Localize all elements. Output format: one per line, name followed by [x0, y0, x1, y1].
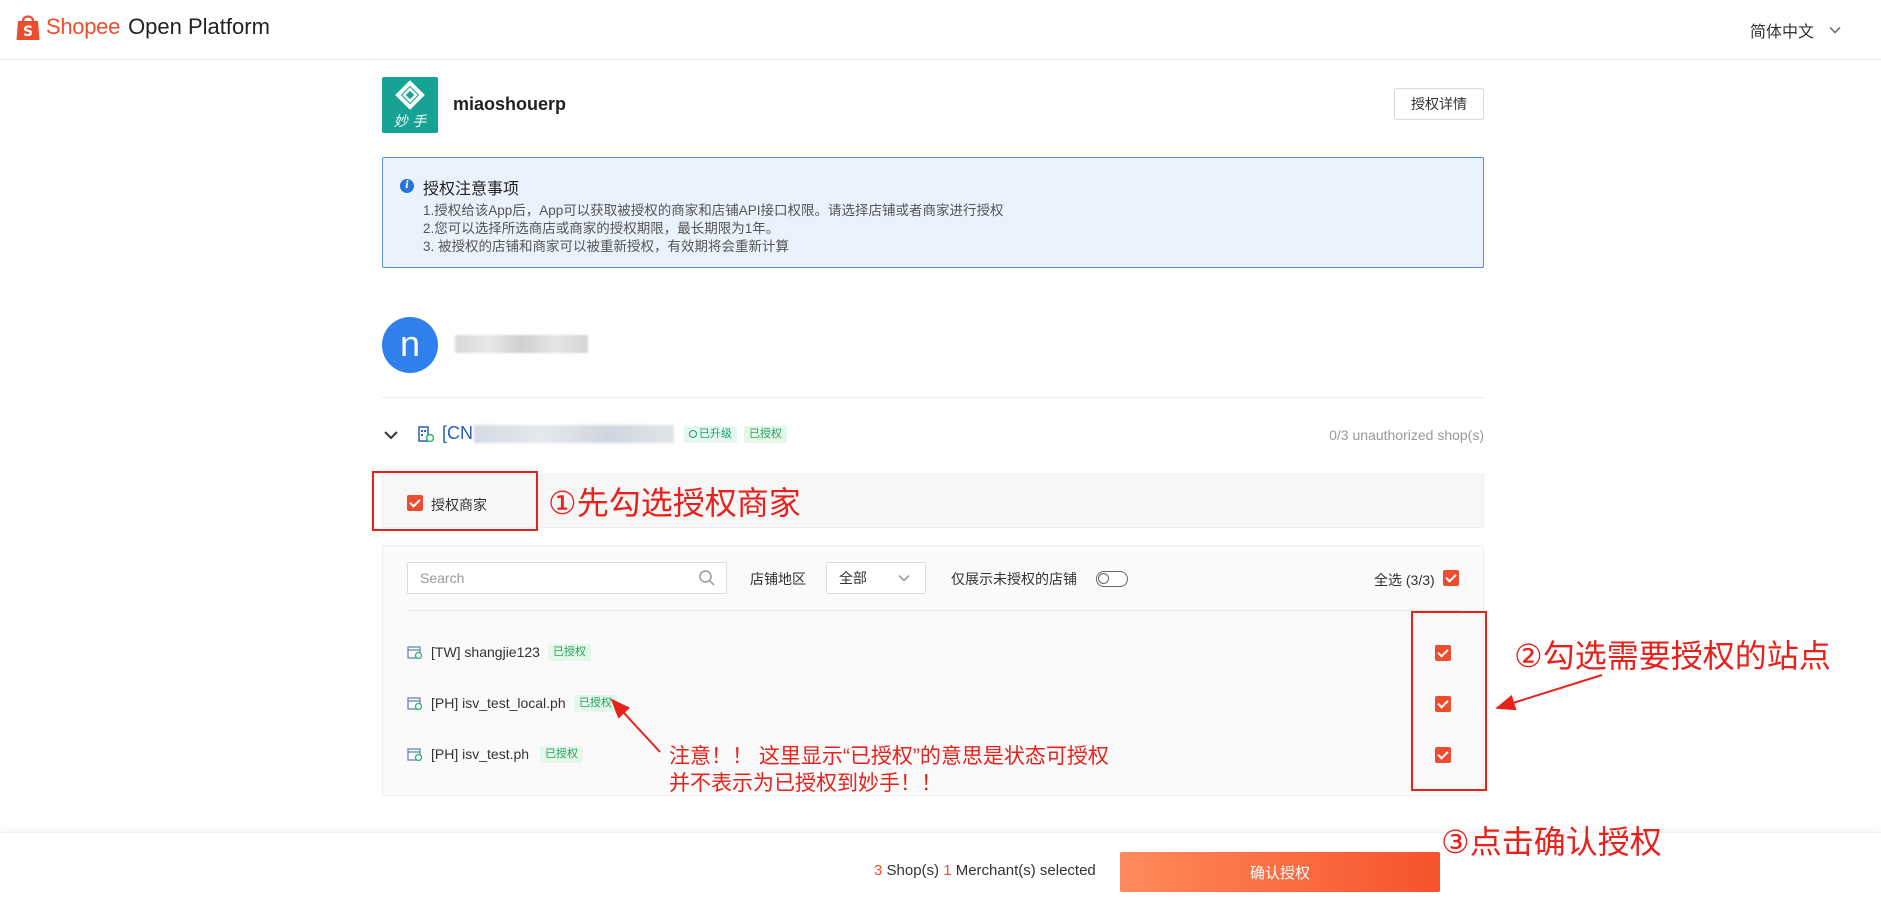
shop-search-input[interactable]: Search	[407, 562, 727, 594]
notice-line: 1.授权给该App后，App可以获取被授权的商家和店铺API接口权限。请选择店铺…	[423, 203, 1004, 218]
authorized-badge: 已授权	[540, 746, 583, 763]
upgraded-badge: 已升级	[684, 426, 737, 443]
selection-summary: 3 Shop(s) 1 Merchant(s) selected	[874, 862, 1096, 879]
annotation-note-line1: 注意！！ 这里显示“已授权”的意思是状态可授权	[669, 745, 1109, 768]
upgraded-dot-icon	[689, 430, 697, 438]
collapse-chevron-icon[interactable]	[382, 426, 400, 444]
select-all-label: 全选 (3/3)	[1374, 572, 1435, 588]
unauthorized-shop-count: 0/3 unauthorized shop(s)	[1329, 427, 1484, 443]
language-label: 简体中文	[1750, 24, 1815, 41]
language-selector[interactable]: 简体中文	[1750, 18, 1842, 42]
user-avatar: n	[382, 317, 438, 373]
shop-name: [TW] shangjie123	[431, 644, 540, 660]
authorization-notice: i 授权注意事项 1.授权给该App后，App可以获取被授权的商家和店铺API接…	[382, 157, 1484, 268]
shop-row: [PH] isv_test_local.ph 已授权	[407, 692, 1467, 716]
shop-name: [PH] isv_test_local.ph	[431, 695, 566, 711]
authorized-badge: 已授权	[574, 695, 617, 712]
shop-region-label: 店铺地区	[750, 571, 806, 587]
annotation-note-line2: 并不表示为已授权到妙手！！	[669, 772, 942, 795]
authorized-badge: 已授权	[548, 644, 591, 661]
selected-shop-label: Shop(s)	[882, 862, 944, 879]
toggle-knob	[1098, 573, 1109, 584]
shopee-logo[interactable]: S Shopee Open Platform	[14, 12, 270, 42]
annotation-box-shops	[1411, 611, 1487, 791]
merchant-store-icon	[418, 426, 434, 443]
notice-line: 2.您可以选择所选商店或商家的授权期限，最长期限为1年。	[423, 221, 780, 236]
annotation-step2: ②勾选需要授权的站点	[1514, 638, 1831, 674]
shop-name: [PH] isv_test.ph	[431, 746, 530, 762]
section-divider	[382, 397, 1484, 398]
select-all-checkbox[interactable]	[1443, 570, 1459, 586]
search-icon[interactable]	[698, 569, 716, 587]
authorized-badge: 已授权	[744, 426, 787, 443]
app-logo-text: 妙 手	[393, 114, 427, 130]
redacted-username	[455, 335, 588, 353]
notice-line: 3. 被授权的店铺和商家可以被重新授权，有效期将会重新计算	[423, 239, 790, 254]
shop-icon	[407, 748, 423, 762]
selected-merchant-label: Merchant(s) selected	[951, 862, 1096, 879]
chevron-down-icon	[1829, 26, 1841, 34]
authorization-details-button[interactable]: 授权详情	[1394, 88, 1484, 120]
only-unauthorized-label: 仅展示未授权的店铺	[951, 571, 1077, 587]
shop-row: [TW] shangjie123 已授权	[407, 641, 1467, 665]
app-name: miaoshouerp	[453, 94, 567, 114]
selected-merchant-count: 1	[943, 862, 952, 879]
page-root: S Shopee Open Platform 简体中文 妙 手 miaoshou…	[0, 0, 1881, 901]
panel-divider	[407, 610, 1459, 611]
top-header: S Shopee Open Platform 简体中文	[0, 0, 1881, 60]
shop-icon	[407, 646, 423, 660]
arrow-to-shops	[1495, 674, 1603, 711]
upgraded-badge-label: 已升级	[699, 428, 732, 440]
only-unauthorized-toggle[interactable]	[1096, 571, 1128, 587]
notice-title: 授权注意事项	[423, 181, 520, 198]
confirm-authorization-button[interactable]: 确认授权	[1120, 852, 1440, 892]
chevron-down-icon	[898, 575, 910, 582]
product-name: Open Platform	[128, 14, 270, 39]
brand-name: Shopee	[46, 14, 121, 39]
merchant-row: [CN 已升级 已授权 0/3 unauthorized shop(s)	[382, 420, 1484, 450]
app-logo: 妙 手	[382, 77, 438, 133]
shopping-bag-icon: S	[16, 15, 40, 40]
svg-text:S: S	[23, 24, 33, 40]
merchant-name: [CN	[442, 423, 473, 443]
shop-icon	[407, 697, 423, 711]
redacted-merchant-name	[474, 425, 674, 443]
annotation-box-merchant	[372, 471, 538, 531]
annotation-step1: ①先勾选授权商家	[548, 485, 801, 521]
info-icon: i	[400, 179, 414, 193]
shop-region-select[interactable]: 全部	[826, 562, 926, 594]
annotation-step3: ③点击确认授权	[1441, 824, 1662, 860]
